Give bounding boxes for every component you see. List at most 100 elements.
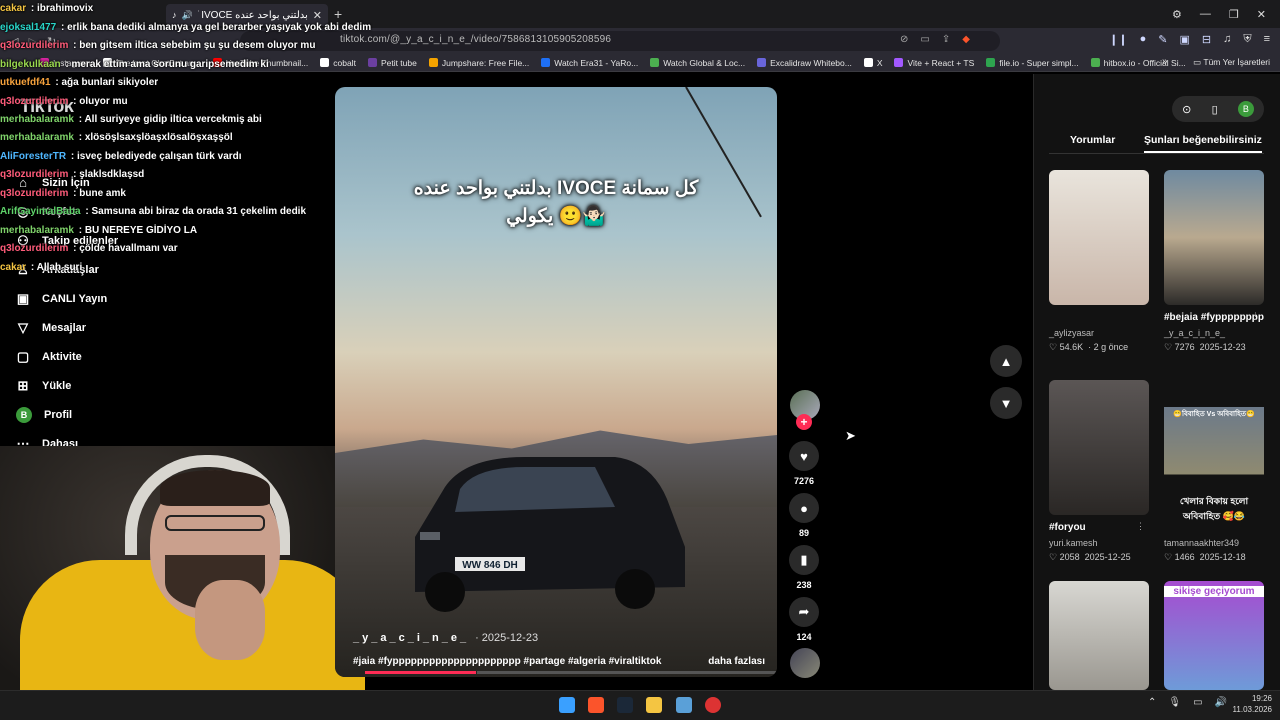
follow-plus-icon[interactable]: + (796, 414, 812, 430)
bookmark-icon[interactable]: ▮ (789, 545, 819, 575)
card-thumbnail[interactable] (1049, 581, 1149, 690)
recommendation-card[interactable]: _aylizyasar ♡ 54.6K · 2 g önce (1049, 170, 1149, 353)
sidebar-item[interactable]: ⊞ Yükle (16, 371, 118, 400)
chat-text: şlaklsdklaşsd (79, 169, 145, 180)
extensions-icon[interactable]: ⚙ (1172, 8, 1182, 21)
card-thumbnail[interactable] (1164, 581, 1264, 690)
card-likes: 54.6K (1059, 342, 1084, 352)
tab-you-may-like[interactable]: Şunları beğenebilirsiniz (1144, 134, 1262, 153)
share-icon[interactable]: ⇪ (942, 34, 950, 45)
card-username[interactable]: _y_a_c_i_n_e_ (1164, 328, 1264, 338)
bookmark-item[interactable]: Jumpshare: Free File... (428, 58, 529, 68)
bookmark-favicon-icon (757, 58, 767, 67)
new-tab-button[interactable]: + (334, 6, 342, 22)
bookmark-item[interactable]: file.io - Super simpl... (986, 58, 1079, 68)
tab-close-icon[interactable]: ✕ (313, 9, 322, 22)
more-bookmarks-icon[interactable]: » (1162, 56, 1168, 67)
menu-icon[interactable]: ≡ (1264, 33, 1270, 46)
card-thumbnail[interactable] (1049, 170, 1149, 305)
recommendation-card[interactable]: ⋮ #foryou yuri.kamesh ♡ 2058 2025-12-25 (1049, 380, 1149, 563)
brave-shield-icon[interactable]: ◆ (962, 34, 970, 45)
card-username[interactable]: tamannaakhter349 (1164, 538, 1264, 548)
music-icon[interactable]: ♫ (1223, 33, 1231, 46)
video-player[interactable]: WW 846 DH بدلتني بواحد عنده IVOCE كل سما… (335, 87, 777, 677)
progress-track[interactable] (477, 671, 777, 674)
brave-taskbar-icon[interactable] (588, 697, 604, 713)
vpn-icon[interactable]: ● (1140, 33, 1147, 46)
sidebar-item[interactable]: B Profil (16, 400, 118, 429)
cast-icon[interactable]: ▭ (920, 34, 929, 45)
phone-icon[interactable]: ▯ (1212, 103, 1218, 116)
mute-icon[interactable]: ⊘ (900, 34, 908, 45)
sidebar-item[interactable]: ▣ CANLI Yayın (16, 284, 118, 313)
maximize-icon[interactable]: ❐ (1229, 8, 1239, 21)
audio-icon[interactable]: 🔊 (182, 10, 193, 21)
music-disc-icon[interactable] (790, 648, 820, 678)
url-text[interactable]: tiktok.com/@_y_a_c_i_n_e_/video/75868131… (340, 34, 611, 45)
clock-date: 11.03.2026 (1232, 705, 1272, 714)
bookmarks-folder[interactable]: ▭ Tüm Yer İşaretleri (1193, 57, 1270, 68)
user-avatar[interactable]: B (1237, 101, 1254, 117)
bookmark-item[interactable]: Watch Era31 - YaRo... (541, 58, 638, 68)
save-count: 238 (796, 580, 812, 590)
start-icon[interactable] (559, 697, 575, 713)
extension-icon[interactable]: ✎ (1158, 33, 1167, 46)
share-arrow-icon[interactable]: ➦ (789, 597, 819, 627)
shield-icon[interactable]: ⛨ (1243, 33, 1251, 46)
volume-icon[interactable]: 🔊 (1215, 697, 1227, 708)
tab-comments[interactable]: Yorumlar (1070, 134, 1115, 146)
bookmark-item[interactable]: X (863, 58, 882, 68)
bookmark-item[interactable]: cobalt (320, 58, 356, 68)
card-thumbnail[interactable] (1049, 380, 1149, 515)
card-menu-icon[interactable]: ⋮ (1136, 521, 1145, 532)
like-action[interactable]: ♥ 7276 (788, 441, 820, 486)
toolbar-icons: ❙❙ ● ✎ ▣ ⊟ ♫ ⛨ ≡ (1109, 33, 1270, 46)
bookmark-item[interactable]: hitbox.io - Official Si... (1090, 58, 1186, 68)
scroll-up-button[interactable]: ▲ (990, 345, 1022, 377)
card-thumbnail[interactable] (1164, 170, 1264, 305)
card-caption: #bejaia #fyppppppppppp... (1164, 312, 1264, 323)
sidebar-item[interactable]: ▽ Mesajlar (16, 313, 118, 342)
bookmark-label: Watch Global & Loc... (663, 57, 746, 68)
recommendation-card[interactable] (1164, 581, 1264, 690)
bookmark-item[interactable]: Excalidraw Whitebo... (757, 58, 852, 68)
sidebar-item-label: Mesajlar (42, 321, 87, 334)
bookmark-item[interactable]: Vite + React + TS (894, 58, 974, 68)
video-author-name[interactable]: _y_a_c_i_n_e_ (353, 632, 469, 644)
bookmark-item[interactable]: Petit tube (367, 58, 417, 68)
recommendation-card[interactable] (1049, 581, 1149, 690)
card-username[interactable]: _aylizyasar (1049, 328, 1149, 338)
heart-icon[interactable]: ♥ (789, 441, 819, 471)
network-icon[interactable]: ▭ (1193, 697, 1202, 708)
scroll-down-button[interactable]: ▼ (990, 387, 1022, 419)
compass-small-icon[interactable]: ⊙ (1182, 103, 1191, 116)
wallet-icon[interactable]: ▣ (1179, 33, 1189, 46)
comment-icon[interactable]: ● (789, 493, 819, 523)
close-window-icon[interactable]: ✕ (1257, 8, 1266, 21)
clock[interactable]: 19:26 11.03.2026 (1233, 693, 1272, 715)
sidebar-item-label: Yükle (42, 379, 72, 392)
audio-wave-icon[interactable]: ❙❙ (1109, 33, 1127, 46)
bookmark-item[interactable]: Watch Global & Loc... (650, 58, 745, 68)
chevron-up-tray-icon[interactable]: ⌃ (1148, 697, 1156, 708)
explorer-taskbar-icon[interactable] (646, 697, 662, 713)
chat-username: utkuefdf41 (0, 77, 51, 88)
obs-taskbar-icon[interactable] (705, 697, 721, 713)
mic-icon[interactable]: 🎙 (1168, 697, 1181, 708)
save-action[interactable]: ▮ 238 (788, 545, 820, 590)
minimize-icon[interactable]: — (1200, 8, 1211, 20)
chat-username: merhabalaramk (0, 225, 74, 236)
steam-taskbar-icon[interactable] (617, 697, 633, 713)
sidebar-icon[interactable]: ⊟ (1202, 33, 1211, 46)
app-taskbar-icon[interactable] (676, 697, 692, 713)
recommendation-card[interactable]: ⋮#bejaia #fyppppppppppp... _y_a_c_i_n_e_ ♡… (1164, 170, 1264, 353)
share-action[interactable]: ➦ 124 (788, 597, 820, 642)
webcam-hand (195, 580, 265, 660)
card-menu-icon[interactable]: ⋮ (1251, 311, 1260, 322)
card-username[interactable]: yuri.kamesh (1049, 538, 1149, 548)
comment-action[interactable]: ● 89 (788, 493, 820, 538)
chat-message: q3lozurdilerim : bune amk (0, 188, 126, 199)
more-button[interactable]: daha fazlası (708, 656, 765, 667)
sidebar-item[interactable]: ▢ Aktivite (16, 342, 118, 371)
video-author[interactable]: _y_a_c_i_n_e_ · 2025-12-23 (353, 632, 538, 644)
